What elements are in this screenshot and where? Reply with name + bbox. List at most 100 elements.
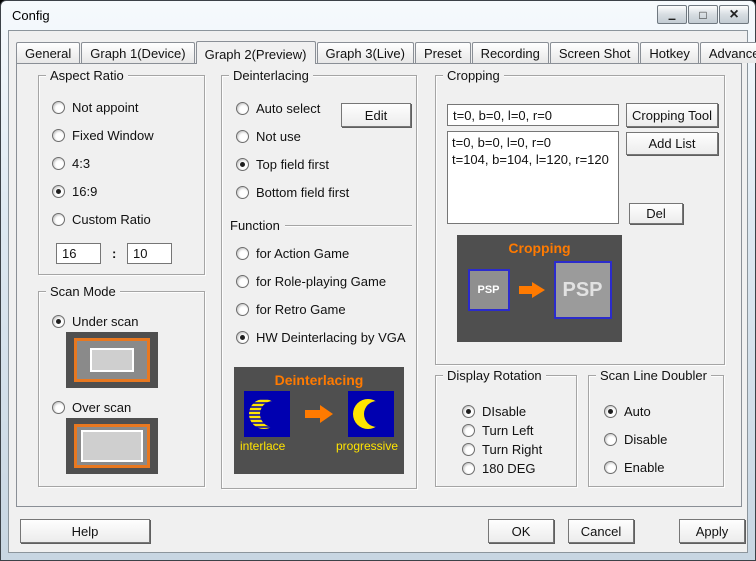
radio-not-appoint[interactable]: Not appoint <box>52 100 139 115</box>
radio-not-use[interactable]: Not use <box>236 129 301 144</box>
section-divider <box>285 225 412 227</box>
tab-general[interactable]: General <box>16 42 80 63</box>
radio-label: Not appoint <box>72 100 139 115</box>
tab-graph1-device[interactable]: Graph 1(Device) <box>81 42 194 63</box>
crop-values-input[interactable] <box>447 104 619 126</box>
radio-hw-deinterlacing-vga[interactable]: HW Deinterlacing by VGA <box>236 330 406 345</box>
edit-button[interactable]: Edit <box>341 103 411 127</box>
radio-label: for Role-playing Game <box>256 274 386 289</box>
radio-for-role-playing-game[interactable]: for Role-playing Game <box>236 274 386 289</box>
tab-hotkey[interactable]: Hotkey <box>640 42 698 63</box>
radio-doubler-auto[interactable]: Auto <box>604 404 651 419</box>
maximize-button[interactable]: □ <box>688 5 718 24</box>
radio-top-field-first[interactable]: Top field first <box>236 157 329 172</box>
cancel-button[interactable]: Cancel <box>568 519 634 543</box>
radio-label: Turn Right <box>482 442 542 457</box>
radio-icon <box>236 303 249 316</box>
radio-over-scan[interactable]: Over scan <box>52 400 131 415</box>
tab-advanced[interactable]: Advanced <box>700 42 756 63</box>
radio-auto-select[interactable]: Auto select <box>236 101 320 116</box>
scan-line-doubler-title: Scan Line Doubler <box>596 368 711 383</box>
psp-large-image: PSP <box>554 261 612 319</box>
illustration-row <box>234 388 404 437</box>
cropping-tool-button[interactable]: Cropping Tool <box>626 103 718 127</box>
illustration-labels: interlace progressive <box>234 437 404 453</box>
radio-180-deg[interactable]: 180 DEG <box>462 461 535 476</box>
radio-under-scan[interactable]: Under scan <box>52 314 138 329</box>
radio-custom-ratio[interactable]: Custom Ratio <box>52 212 151 227</box>
close-icon: × <box>729 7 738 23</box>
help-button[interactable]: Help <box>20 519 150 543</box>
radio-icon <box>604 405 617 418</box>
titlebar[interactable]: Config – □ × <box>1 1 755 30</box>
radio-icon <box>236 158 249 171</box>
radio-bottom-field-first[interactable]: Bottom field first <box>236 185 349 200</box>
radio-icon <box>52 401 65 414</box>
custom-ratio-height-input[interactable] <box>127 243 172 264</box>
radio-icon <box>52 315 65 328</box>
apply-button[interactable]: Apply <box>679 519 745 543</box>
scan-mode-group: Scan Mode Under scan Over scan <box>38 291 205 487</box>
radio-label: Over scan <box>72 400 131 415</box>
radio-icon <box>52 101 65 114</box>
crop-list[interactable]: t=0, b=0, l=0, r=0 t=104, b=104, l=120, … <box>447 131 619 224</box>
radio-label: 16:9 <box>72 184 97 199</box>
radio-for-action-game[interactable]: for Action Game <box>236 246 349 261</box>
radio-fixed-window[interactable]: Fixed Window <box>52 128 154 143</box>
radio-turn-right[interactable]: Turn Right <box>462 442 542 457</box>
del-button[interactable]: Del <box>629 203 683 224</box>
list-item[interactable]: t=0, b=0, l=0, r=0 <box>452 134 614 151</box>
monitor-screen-icon <box>90 348 134 372</box>
radio-label: Custom Ratio <box>72 212 151 227</box>
add-list-button[interactable]: Add List <box>626 132 718 155</box>
radio-label: Bottom field first <box>256 185 349 200</box>
radio-16-9[interactable]: 16:9 <box>52 184 97 199</box>
psp-small-image: PSP <box>468 269 510 311</box>
minimize-button[interactable]: – <box>657 5 687 24</box>
radio-icon <box>462 462 475 475</box>
list-item[interactable]: t=104, b=104, l=120, r=120 <box>452 151 614 168</box>
cropping-group: Cropping Cropping Tool t=0, b=0, l=0, r=… <box>435 75 725 365</box>
interlace-label: interlace <box>240 439 285 453</box>
monitor-frame-icon <box>74 424 150 468</box>
window-controls: – □ × <box>657 5 749 24</box>
radio-label: DIsable <box>482 404 526 419</box>
radio-label: Enable <box>624 460 664 475</box>
radio-icon <box>236 186 249 199</box>
radio-doubler-disable[interactable]: Disable <box>604 432 667 447</box>
radio-icon <box>236 331 249 344</box>
radio-label: Top field first <box>256 157 329 172</box>
radio-icon <box>462 405 475 418</box>
radio-label: Fixed Window <box>72 128 154 143</box>
radio-label: Disable <box>624 432 667 447</box>
config-window: Config – □ × General Graph 1(Device) Gra… <box>0 0 756 561</box>
radio-icon <box>52 185 65 198</box>
radio-for-retro-game[interactable]: for Retro Game <box>236 302 346 317</box>
deinterlacing-title: Deinterlacing <box>229 68 313 83</box>
scan-line-doubler-group: Scan Line Doubler Auto Disable Enable <box>588 375 724 487</box>
radio-icon <box>236 102 249 115</box>
arrow-right-icon <box>519 281 545 299</box>
interlaced-moon-icon <box>244 391 290 437</box>
tab-screen-shot[interactable]: Screen Shot <box>550 42 640 63</box>
tab-recording[interactable]: Recording <box>472 42 549 63</box>
radio-rotation-disable[interactable]: DIsable <box>462 404 526 419</box>
close-button[interactable]: × <box>719 5 749 24</box>
tab-graph3-live[interactable]: Graph 3(Live) <box>317 42 414 63</box>
radio-label: 4:3 <box>72 156 90 171</box>
custom-ratio-width-input[interactable] <box>56 243 101 264</box>
radio-icon <box>52 129 65 142</box>
tab-graph2-preview[interactable]: Graph 2(Preview) <box>196 41 316 64</box>
radio-icon <box>462 424 475 437</box>
radio-turn-left[interactable]: Turn Left <box>462 423 534 438</box>
under-scan-image <box>66 332 158 388</box>
ok-button[interactable]: OK <box>488 519 554 543</box>
radio-label: for Retro Game <box>256 302 346 317</box>
radio-4-3[interactable]: 4:3 <box>52 156 90 171</box>
tab-preset[interactable]: Preset <box>415 42 471 63</box>
monitor-frame-icon <box>74 338 150 382</box>
radio-icon <box>462 443 475 456</box>
radio-doubler-enable[interactable]: Enable <box>604 460 664 475</box>
dialog-body: General Graph 1(Device) Graph 2(Preview)… <box>8 30 748 553</box>
minimize-icon: – <box>668 11 676 25</box>
